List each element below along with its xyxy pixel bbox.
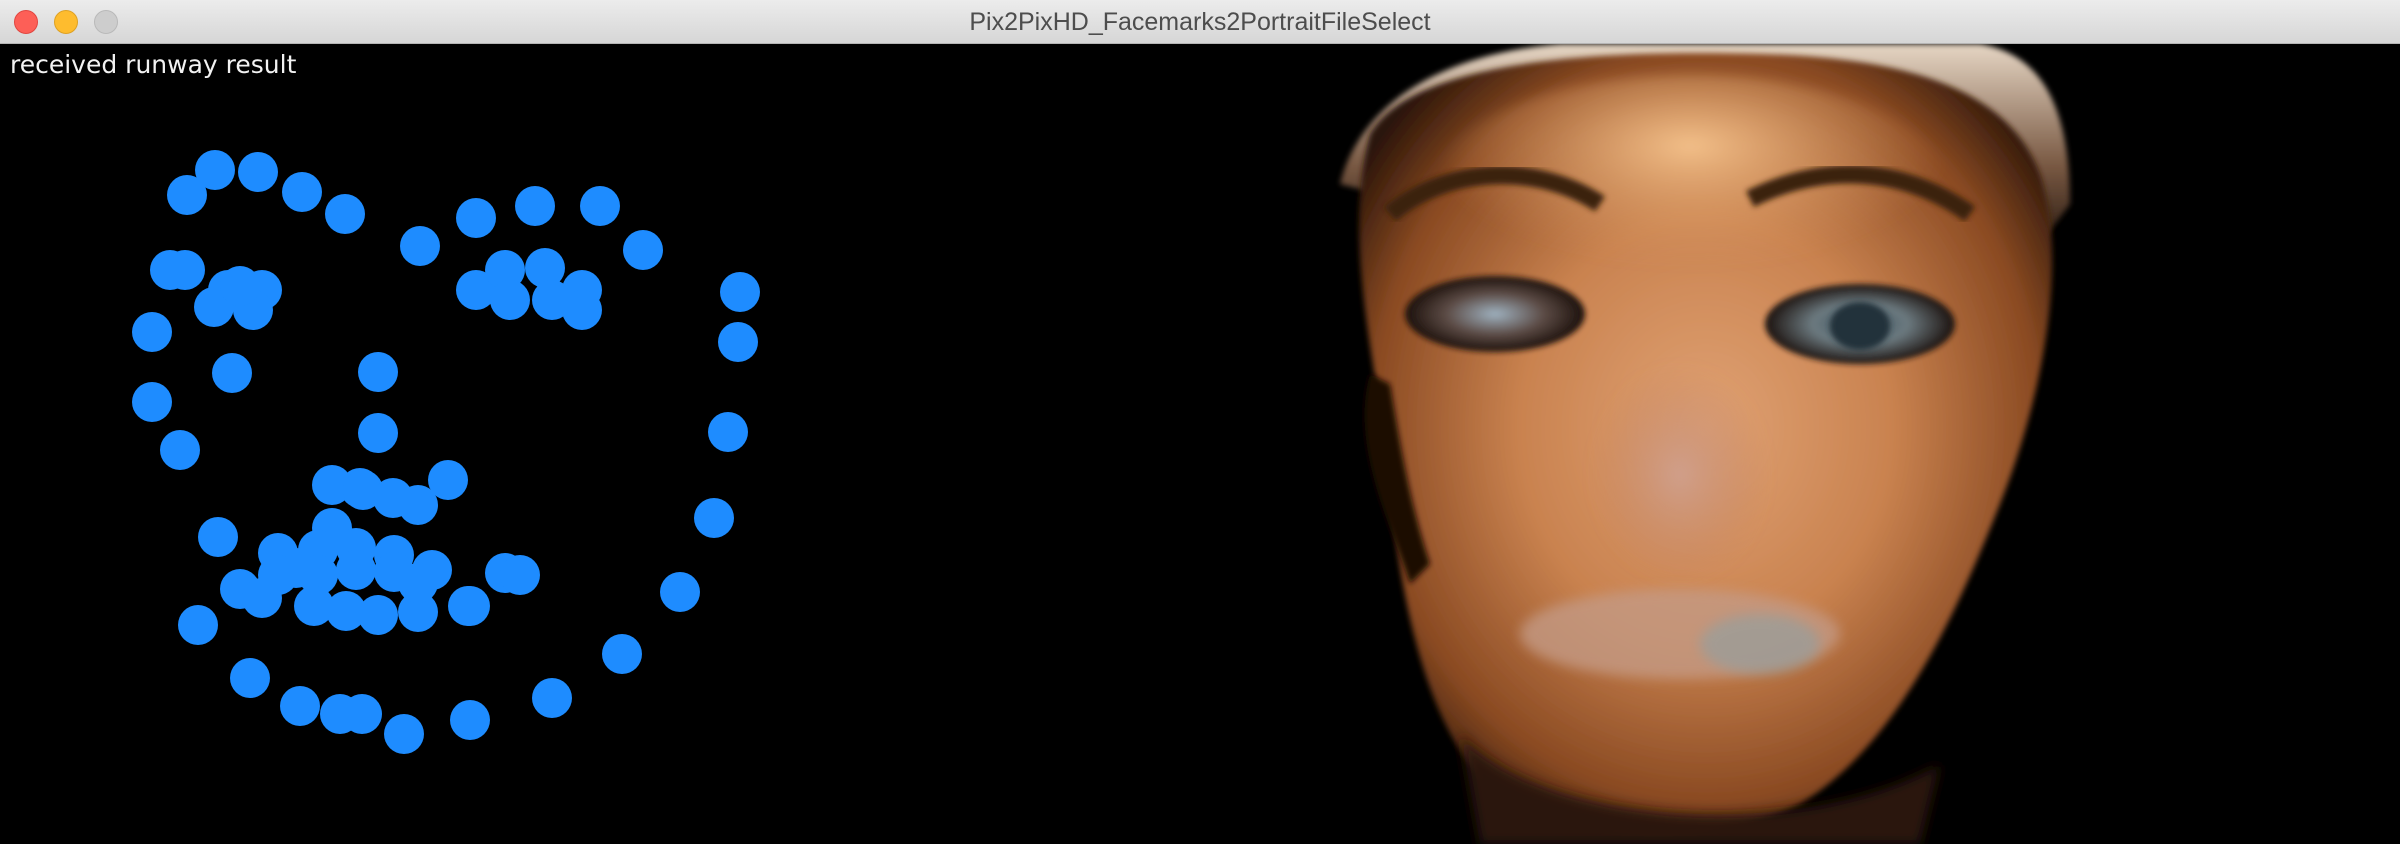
landmark-dot	[132, 312, 172, 352]
landmark-dot	[398, 563, 438, 603]
landmark-dot	[500, 555, 540, 595]
landmark-dot	[602, 634, 642, 674]
landmark-dot	[384, 714, 424, 754]
landmark-dot	[294, 586, 334, 626]
landmark-dot	[515, 186, 555, 226]
landmark-dot	[580, 186, 620, 226]
landmark-dot	[400, 226, 440, 266]
sketch-canvas[interactable]: received runway result	[0, 44, 2400, 844]
landmark-dot	[336, 550, 376, 590]
landmark-dot	[195, 150, 235, 190]
landmark-dot	[358, 352, 398, 392]
generated-portrait-image	[1340, 44, 2070, 844]
app-window: Pix2PixHD_Facemarks2PortraitFileSelect r…	[0, 0, 2400, 844]
landmark-dot	[320, 694, 360, 734]
landmark-dot	[720, 272, 760, 312]
landmark-dot	[450, 586, 490, 626]
landmark-dot	[428, 460, 468, 500]
landmark-dot	[694, 498, 734, 538]
landmark-dot	[282, 172, 322, 212]
landmark-dot	[198, 517, 238, 557]
landmark-dot	[165, 250, 205, 290]
landmark-dot	[220, 266, 260, 306]
landmark-dot	[230, 658, 270, 698]
landmark-dot	[325, 194, 365, 234]
landmark-dot	[660, 572, 700, 612]
landmark-dot	[708, 412, 748, 452]
landmark-dot	[132, 382, 172, 422]
landmark-dot	[160, 430, 200, 470]
landmark-dot	[178, 605, 218, 645]
landmark-dot	[280, 686, 320, 726]
landmark-dot	[258, 555, 298, 595]
landmark-dot	[212, 353, 252, 393]
landmark-dot	[490, 280, 530, 320]
landmark-dot	[718, 322, 758, 362]
landmark-dot	[562, 290, 602, 330]
landmark-dot	[238, 152, 278, 192]
facial-landmarks	[132, 150, 760, 754]
landmark-dot	[623, 230, 663, 270]
landmark-dot	[456, 198, 496, 238]
landmark-dot	[358, 413, 398, 453]
window-title: Pix2PixHD_Facemarks2PortraitFileSelect	[969, 8, 1431, 36]
landmark-dot	[450, 700, 490, 740]
landmark-dot	[532, 678, 572, 718]
title-bar[interactable]: Pix2PixHD_Facemarks2PortraitFileSelect	[0, 0, 2400, 44]
